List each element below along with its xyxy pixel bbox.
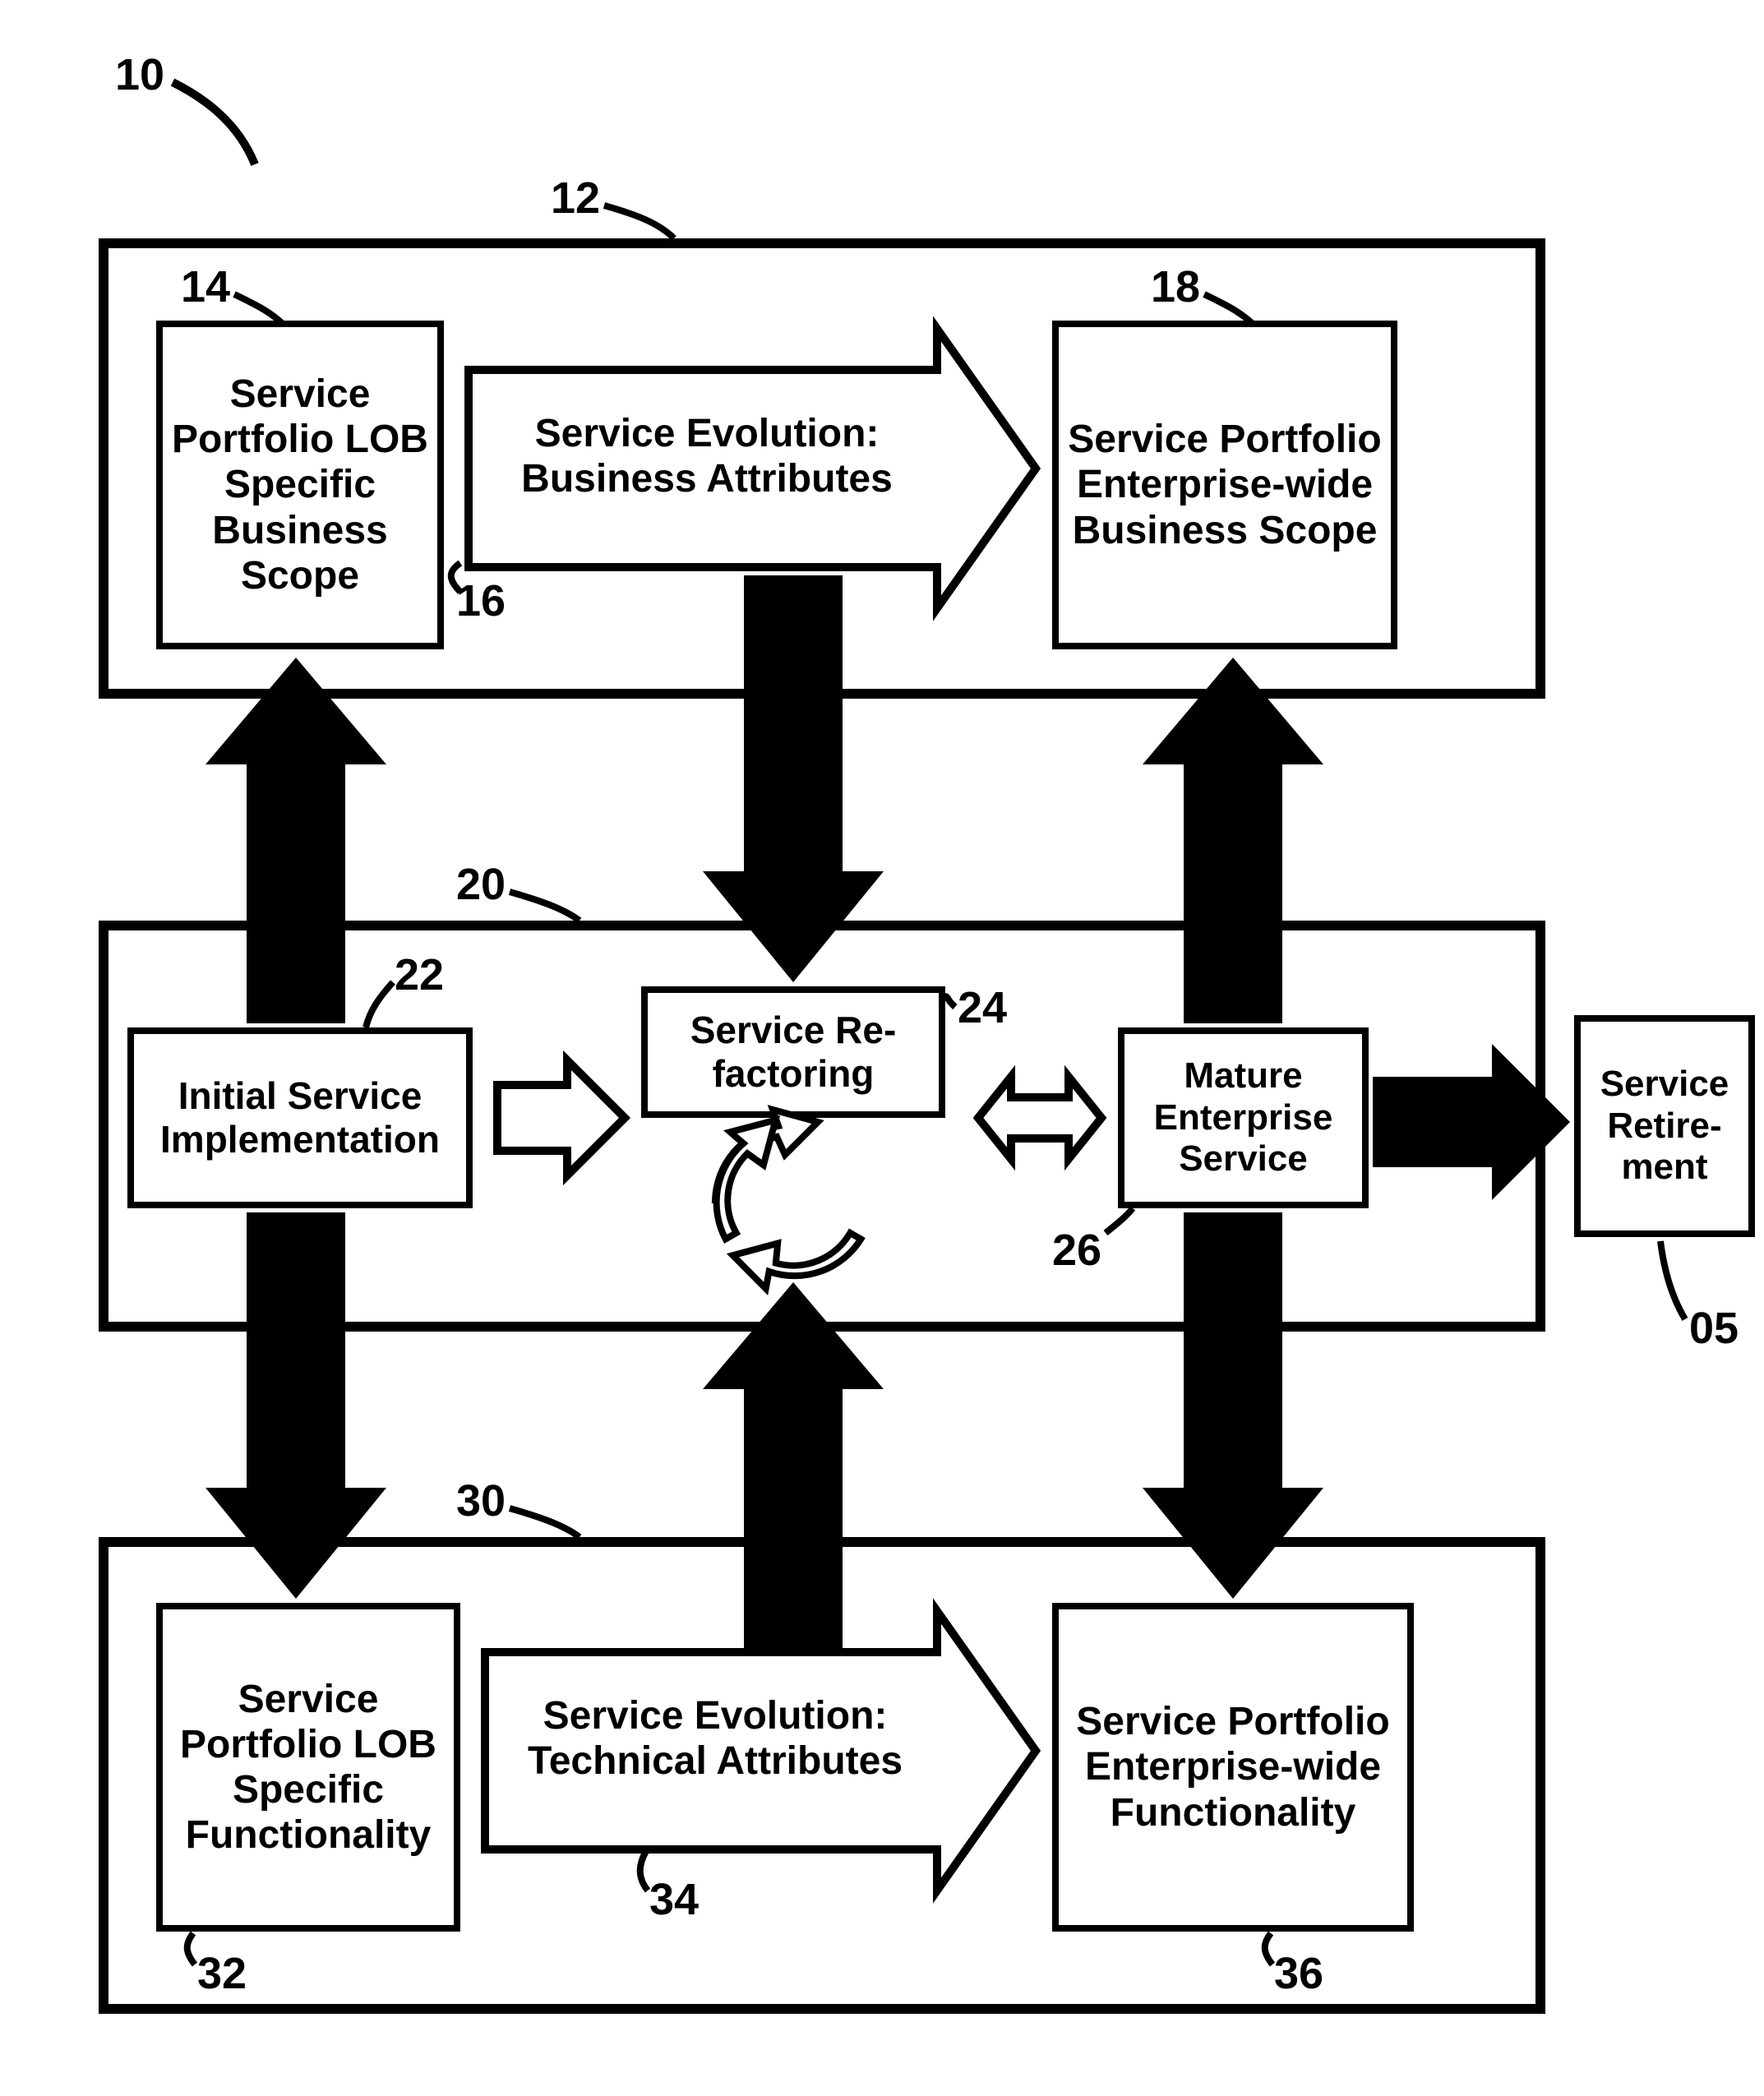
arrow-34-label: Service Evolution: Technical Attributes — [493, 1693, 937, 1784]
ref-12: 12 — [551, 173, 600, 224]
box-14: Service Portfolio LOB Specific Business … — [156, 321, 444, 649]
ref-26: 26 — [1052, 1225, 1101, 1276]
box-05-text: Service Retire-ment — [1589, 1064, 1740, 1189]
arrow-16-label: Service Evolution: Business Attributes — [477, 411, 937, 501]
ref-30: 30 — [456, 1475, 506, 1526]
ref-22: 22 — [395, 949, 444, 1000]
ref-16: 16 — [456, 575, 506, 626]
ref-05: 05 — [1689, 1303, 1739, 1354]
box-24: Service Re-factoring — [641, 986, 945, 1118]
box-18-text: Service Portfolio Enterprise-wide Busine… — [1067, 417, 1383, 553]
box-32: Service Portfolio LOB Specific Functiona… — [156, 1603, 460, 1932]
ref-10: 10 — [115, 49, 164, 100]
ref-20: 20 — [456, 859, 506, 910]
box-05: Service Retire-ment — [1574, 1015, 1755, 1237]
box-22: Initial Service Implementation — [127, 1027, 473, 1208]
box-22-text: Initial Service Implementation — [142, 1074, 458, 1161]
diagram-canvas: 10 12 Service Portfolio LOB Specific Bus… — [0, 0, 1764, 2096]
box-26-text: Mature Enterprise Service — [1133, 1055, 1354, 1180]
box-36-text: Service Portfolio Enterprise-wide Functi… — [1067, 1699, 1399, 1835]
box-18: Service Portfolio Enterprise-wide Busine… — [1052, 321, 1397, 649]
ref-34: 34 — [649, 1874, 699, 1925]
ref-32: 32 — [197, 1948, 247, 1999]
box-36: Service Portfolio Enterprise-wide Functi… — [1052, 1603, 1414, 1932]
ref-18: 18 — [1151, 261, 1200, 312]
ref-36: 36 — [1274, 1948, 1323, 1999]
box-24-text: Service Re-factoring — [656, 1009, 930, 1096]
ref-14: 14 — [181, 261, 230, 312]
box-32-text: Service Portfolio LOB Specific Functiona… — [171, 1677, 446, 1858]
box-14-text: Service Portfolio LOB Specific Business … — [171, 372, 429, 598]
box-26: Mature Enterprise Service — [1118, 1027, 1369, 1208]
ref-24: 24 — [958, 982, 1007, 1033]
